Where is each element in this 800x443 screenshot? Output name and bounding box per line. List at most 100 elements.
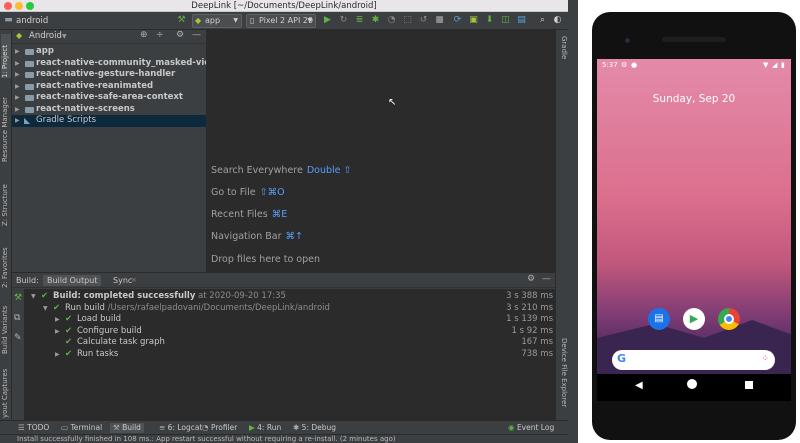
chrome-app-icon[interactable] [718, 308, 740, 330]
project-tool-tab[interactable]: 1: Project [1, 34, 11, 78]
rerun-build-icon[interactable]: ⚒ [14, 293, 22, 303]
tree-item-reanimated[interactable]: ▶ react-native-reanimated [12, 81, 206, 93]
collapse-arrow-icon[interactable]: ▼ [31, 291, 36, 303]
apply-changes-icon[interactable]: ↻ [338, 15, 349, 26]
device-label: Pixel 2 API 29 [259, 16, 314, 25]
profiler-tool-button[interactable]: ◔ Profiler [202, 423, 237, 433]
profile-icon[interactable]: ◔ [386, 15, 397, 26]
home-nav-icon[interactable] [687, 379, 697, 389]
collapse-all-icon[interactable]: ÷ [156, 30, 164, 40]
tree-item-app[interactable]: ▶ app [12, 46, 206, 58]
build-row-completed[interactable]: ▼ ✔ Build: completed successfully at 202… [24, 291, 555, 303]
tab-sync[interactable]: Sync [113, 275, 132, 286]
hint-recent-files: Recent Files ⌘E [211, 209, 288, 220]
expand-arrow-icon[interactable]: ▶ [15, 115, 20, 127]
hide-panel-icon[interactable]: — [192, 30, 201, 40]
gradle-tool-tab[interactable]: Gradle [558, 36, 568, 72]
expand-arrow-icon[interactable]: ▶ [15, 58, 20, 70]
play-store-app-icon[interactable]: ▶ [683, 308, 705, 330]
phone-screen[interactable]: 5:37 ⚙ ● ▼ ◢ ▮ Sunday, Sep 20 ▤ ▶ G ⁘ [597, 59, 791, 401]
recents-nav-icon[interactable] [745, 381, 753, 389]
make-project-hammer-icon[interactable]: ⚒ [176, 15, 187, 26]
favorites-tool-tab[interactable]: 2: Favorites [1, 240, 11, 288]
folder-icon [25, 72, 34, 78]
build-tool-button[interactable]: ⚒ Build [110, 423, 144, 433]
pin-icon[interactable]: ✎ [14, 333, 22, 343]
device-dropdown[interactable]: ▯ Pixel 2 API 29 ▼ [246, 14, 316, 28]
success-check-icon: ✔ [53, 302, 61, 313]
expand-arrow-icon[interactable]: ▶ [55, 349, 60, 361]
locate-target-icon[interactable]: ⊕ [140, 30, 148, 40]
ide-status-icon[interactable]: ◐ [552, 15, 563, 26]
expand-arrow-icon[interactable]: ▶ [15, 92, 20, 104]
run-tool-button[interactable]: ▶ 4: Run [249, 423, 281, 433]
debug-icon: ✱ [293, 423, 302, 432]
chevron-down-icon[interactable]: ▼ [62, 33, 67, 40]
expand-arrow-icon[interactable]: ▶ [15, 104, 20, 116]
tree-item-gesture-handler[interactable]: ▶ react-native-gesture-handler [12, 69, 206, 81]
gear-icon[interactable]: ⚙ [176, 30, 184, 40]
messages-app-icon[interactable]: ▤ [648, 308, 670, 330]
build-duration: 167 ms [521, 337, 553, 347]
debug-icon[interactable]: ✱ [370, 15, 381, 26]
build-row-calculate-task-graph[interactable]: ✔ Calculate task graph 167 ms [24, 337, 555, 349]
expand-arrow-icon[interactable]: ▶ [15, 46, 20, 58]
mouse-cursor-icon: ↖ [388, 97, 397, 108]
run-icon: ▶ [249, 423, 258, 432]
sync-gradle-icon[interactable]: ⟳ [452, 15, 463, 26]
load-build-text: Load build [77, 314, 121, 324]
project-view-selector[interactable]: Android [29, 31, 62, 41]
build-panel-label: Build: [16, 276, 39, 285]
layout-inspector-icon[interactable]: ▤ [516, 15, 527, 26]
terminal-tool-button[interactable]: ▭ Terminal [61, 423, 102, 433]
build-row-run-build[interactable]: ▼ ✔ Run build /Users/rafaelpadovani/Docu… [24, 303, 555, 315]
tree-item-safe-area-context[interactable]: ▶ react-native-safe-area-context [12, 92, 206, 104]
hide-panel-icon[interactable]: — [542, 274, 551, 284]
apply-code-changes-icon[interactable]: ≣ [354, 15, 365, 26]
debug-tool-button[interactable]: ✱ 5: Debug [293, 423, 336, 433]
search-icon[interactable]: ⌕ [537, 15, 548, 26]
sdk-manager-icon[interactable]: ⬇ [484, 15, 495, 26]
expand-arrow-icon[interactable]: ▶ [15, 69, 20, 81]
tree-item-gradle-scripts[interactable]: ▶ ◣ Gradle Scripts [12, 115, 206, 127]
tree-item-screens[interactable]: ▶ react-native-screens [12, 104, 206, 116]
status-bar: Install successfully finished in 108 ms.… [0, 434, 568, 443]
todo-tool-button[interactable]: ☰ TODO [18, 423, 49, 433]
device-manager-icon[interactable]: ◫ [500, 15, 511, 26]
build-output-tree: ▼ ✔ Build: completed successfully at 202… [24, 289, 555, 421]
google-search-bar[interactable]: G ⁘ [612, 350, 775, 370]
folder-icon: ▬ [4, 15, 13, 25]
attach-debugger-icon[interactable]: ⬚ [402, 15, 413, 26]
tree-item-masked-view[interactable]: ▶ react-native-community_masked-view [12, 58, 218, 70]
avd-manager-icon[interactable]: ▣ [468, 15, 479, 26]
run-config-dropdown[interactable]: ◆ app ▼ [192, 14, 242, 28]
build-variants-tool-tab[interactable]: Build Variants [1, 302, 11, 354]
tab-build-output[interactable]: Build Output [43, 275, 102, 286]
build-row-configure-build[interactable]: ▶ ✔ Configure build 1 s 92 ms [24, 326, 555, 338]
stop-icon[interactable]: ■ [434, 15, 445, 26]
folder-icon [25, 49, 34, 55]
run-icon[interactable]: ▶ [322, 15, 333, 26]
structure-tool-tab[interactable]: Z: Structure [1, 178, 11, 226]
device-file-explorer-tool-tab[interactable]: Device File Explorer [558, 338, 568, 420]
collapse-arrow-icon[interactable]: ▼ [43, 303, 48, 315]
editor-empty-area[interactable]: ↖ Search Everywhere Double ⇧ Go to File ⇧⌘… [206, 30, 555, 272]
rerun-icon[interactable]: ↺ [418, 15, 429, 26]
expand-arrow-icon[interactable]: ▶ [55, 326, 60, 338]
close-tab-icon[interactable]: × [131, 276, 137, 284]
gear-icon[interactable]: ⚙ [527, 274, 535, 284]
build-row-run-tasks[interactable]: ▶ ✔ Run tasks 738 ms [24, 349, 555, 361]
build-duration: 738 ms [521, 348, 553, 359]
logcat-tool-button[interactable]: ≡ 6: Logcat [159, 423, 202, 433]
assistant-mic-icon[interactable]: ⁘ [761, 354, 769, 364]
expand-arrow-icon[interactable]: ▶ [55, 314, 60, 326]
toggle-view-icon[interactable]: ⧉ [14, 313, 20, 323]
build-row-load-build[interactable]: ▶ ✔ Load build 1 s 139 ms [24, 314, 555, 326]
back-nav-icon[interactable]: ◀ [635, 380, 643, 391]
resource-manager-tool-tab[interactable]: Resource Manager [1, 90, 11, 162]
event-log-tool-button[interactable]: ◉ Event Log [508, 423, 554, 433]
navbar-project-name[interactable]: android [16, 15, 48, 27]
layout-captures-tool-tab[interactable]: yout Captures [1, 369, 11, 418]
status-message[interactable]: Install successfully finished in 108 ms.… [17, 435, 396, 443]
expand-arrow-icon[interactable]: ▶ [15, 81, 20, 93]
